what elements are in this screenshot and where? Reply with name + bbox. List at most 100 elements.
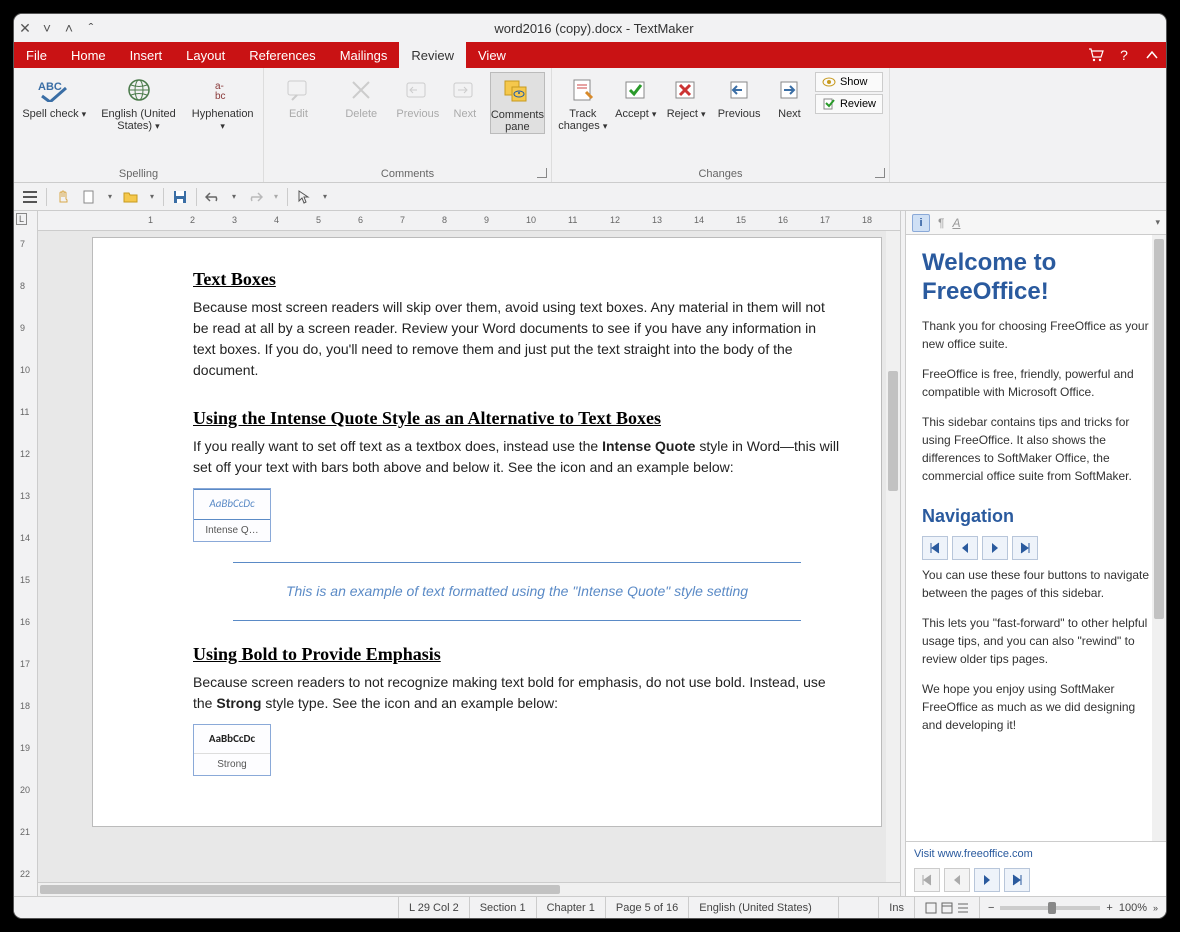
- sidebar-title: Welcome to FreeOffice!: [922, 249, 1150, 307]
- info-tab-icon[interactable]: i: [912, 214, 930, 232]
- hand-icon[interactable]: [53, 187, 73, 207]
- zoom-out-icon[interactable]: −: [988, 902, 994, 914]
- undo-icon[interactable]: [203, 187, 223, 207]
- status-position[interactable]: L 29 Col 2: [399, 897, 470, 918]
- new-doc-icon[interactable]: [79, 187, 99, 207]
- sidebar-menu-icon[interactable]: ▾: [1155, 217, 1160, 228]
- status-chapter[interactable]: Chapter 1: [537, 897, 606, 918]
- track-changes-button[interactable]: Track changes ▾: [558, 72, 608, 132]
- max-icon[interactable]: ˄: [58, 20, 80, 36]
- nav-prev-icon[interactable]: [952, 536, 978, 560]
- nav-last-icon[interactable]: [1012, 536, 1038, 560]
- undo-dropdown-icon[interactable]: ▾: [229, 187, 239, 207]
- accept-button[interactable]: Accept ▾: [614, 72, 658, 120]
- nav-first-icon[interactable]: [922, 536, 948, 560]
- pointer-icon[interactable]: [294, 187, 314, 207]
- sidebar-text: This sidebar contains tips and tricks fo…: [922, 413, 1150, 485]
- nav-prev-icon[interactable]: [944, 868, 970, 892]
- prev-icon: [402, 76, 434, 104]
- comment-prev-button[interactable]: Previous: [396, 72, 440, 120]
- new-dropdown-icon[interactable]: ▾: [105, 187, 115, 207]
- nav-next-icon[interactable]: [974, 868, 1000, 892]
- body-text: Because most screen readers will skip ov…: [193, 297, 841, 381]
- comment-delete-button[interactable]: Delete: [333, 72, 390, 120]
- menu-insert[interactable]: Insert: [118, 42, 175, 68]
- horizontal-ruler[interactable]: 123456789101112131415161718: [38, 211, 900, 231]
- min-icon[interactable]: ˅: [36, 20, 58, 36]
- titlebar: ✕ ˅ ˄ ˆ word2016 (copy).docx - TextMaker: [14, 14, 1166, 42]
- doc-vscrollbar[interactable]: [886, 231, 900, 882]
- nav-first-icon[interactable]: [914, 868, 940, 892]
- reject-button[interactable]: Reject ▾: [664, 72, 708, 120]
- eye-icon: [822, 75, 836, 89]
- cart-icon[interactable]: [1082, 42, 1110, 68]
- show-changes-button[interactable]: Show: [815, 72, 883, 92]
- nav-next-icon[interactable]: [982, 536, 1008, 560]
- menu-review[interactable]: Review: [399, 42, 466, 68]
- statusbar: L 29 Col 2 Section 1 Chapter 1 Page 5 of…: [14, 896, 1166, 918]
- restore-icon[interactable]: ˆ: [80, 20, 102, 36]
- paragraph-tab-icon[interactable]: ¶: [938, 216, 944, 230]
- menu-file[interactable]: File: [14, 42, 59, 68]
- review-icon: [822, 97, 836, 111]
- zoom-slider[interactable]: [1000, 906, 1100, 910]
- menu-layout[interactable]: Layout: [174, 42, 237, 68]
- sidebar-text: FreeOffice is free, friendly, powerful a…: [922, 365, 1150, 401]
- group-label: Changes: [552, 168, 889, 180]
- hamburger-icon[interactable]: [20, 187, 40, 207]
- doc-hscrollbar[interactable]: [38, 882, 900, 896]
- menu-mailings[interactable]: Mailings: [328, 42, 400, 68]
- review-changes-button[interactable]: Review: [815, 94, 883, 114]
- zoom-more-icon[interactable]: »: [1153, 903, 1158, 913]
- globe-icon: [123, 76, 155, 104]
- redo-dropdown-icon[interactable]: ▾: [271, 187, 281, 207]
- view-outline-icon[interactable]: [957, 902, 969, 914]
- nav-last-icon[interactable]: [1004, 868, 1030, 892]
- group-launcher-icon[interactable]: [537, 168, 547, 178]
- body-text: If you really want to set off text as a …: [193, 436, 841, 478]
- ruler-unit-label[interactable]: L: [16, 213, 27, 225]
- collapse-ribbon-icon[interactable]: [1138, 42, 1166, 68]
- status-section[interactable]: Section 1: [470, 897, 537, 918]
- document-area[interactable]: Text Boxes Because most screen readers w…: [38, 231, 900, 882]
- status-language[interactable]: English (United States): [689, 897, 839, 918]
- group-launcher-icon[interactable]: [875, 168, 885, 178]
- spell-check-button[interactable]: ABC Spell check ▾: [20, 72, 89, 120]
- change-next-button[interactable]: Next: [770, 72, 809, 120]
- zoom-control[interactable]: − + 100% »: [980, 902, 1166, 914]
- vertical-ruler: L 78910111213141516171819202122: [14, 211, 38, 896]
- menu-view[interactable]: View: [466, 42, 518, 68]
- view-normal-icon[interactable]: [925, 902, 937, 914]
- window-title: word2016 (copy).docx - TextMaker: [102, 21, 1086, 36]
- close-icon[interactable]: ✕: [14, 20, 36, 37]
- view-master-icon[interactable]: [941, 902, 953, 914]
- sidebar-text: Thank you for choosing FreeOffice as you…: [922, 317, 1150, 353]
- menu-references[interactable]: References: [237, 42, 327, 68]
- menu-home[interactable]: Home: [59, 42, 118, 68]
- next-icon: [773, 76, 805, 104]
- group-label: Comments: [264, 168, 551, 180]
- open-icon[interactable]: [121, 187, 141, 207]
- view-mode-icons[interactable]: [915, 897, 980, 918]
- save-icon[interactable]: [170, 187, 190, 207]
- help-icon[interactable]: ?: [1110, 42, 1138, 68]
- change-prev-button[interactable]: Previous: [714, 72, 764, 120]
- pointer-dropdown-icon[interactable]: ▾: [320, 187, 330, 207]
- char-tab-icon[interactable]: A: [952, 216, 960, 230]
- language-button[interactable]: English (United States) ▾: [95, 72, 183, 132]
- sidebar-text: You can use these four buttons to naviga…: [922, 566, 1150, 602]
- sidebar-link[interactable]: Visit www.freeoffice.com: [914, 848, 1033, 860]
- open-dropdown-icon[interactable]: ▾: [147, 187, 157, 207]
- comments-pane-button[interactable]: Comments pane: [490, 72, 545, 134]
- status-ins[interactable]: Ins: [879, 897, 915, 918]
- redo-icon[interactable]: [245, 187, 265, 207]
- hyphenation-button[interactable]: a-bc Hyphenation ▾: [188, 72, 257, 132]
- edit-icon: [282, 76, 314, 104]
- comment-next-button[interactable]: Next: [446, 72, 484, 120]
- comment-edit-button[interactable]: Edit: [270, 72, 327, 120]
- status-page[interactable]: Page 5 of 16: [606, 897, 689, 918]
- zoom-in-icon[interactable]: +: [1106, 902, 1112, 914]
- sidebar-vscrollbar[interactable]: [1152, 235, 1166, 841]
- zoom-value[interactable]: 100%: [1119, 902, 1147, 914]
- hyphen-icon: a-bc: [207, 76, 239, 104]
